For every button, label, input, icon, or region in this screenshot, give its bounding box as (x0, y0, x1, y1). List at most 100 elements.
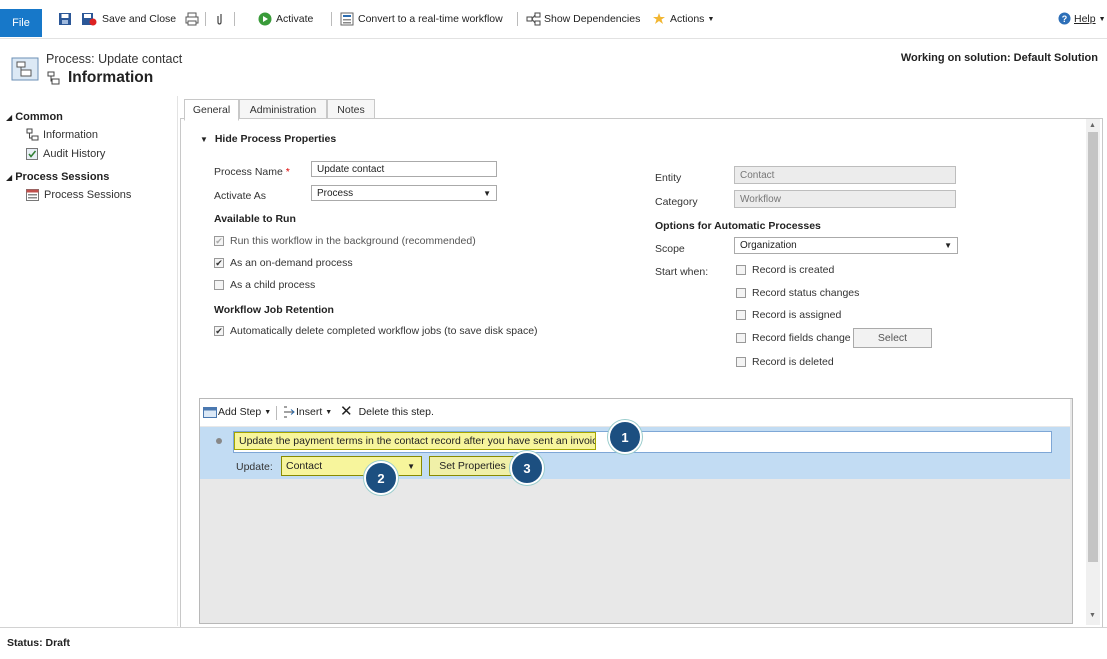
start-deleted-label: Record is deleted (752, 356, 834, 368)
activate-as-select[interactable]: Process ▼ (311, 185, 497, 201)
checkbox-record-deleted[interactable] (736, 357, 746, 367)
start-assigned-label: Record is assigned (752, 309, 842, 321)
scope-select[interactable]: Organization ▼ (734, 237, 958, 254)
category-label: Category (655, 196, 698, 208)
tab-general[interactable]: General (184, 99, 239, 121)
chevron-down-icon: ▼ (1098, 15, 1106, 23)
show-dependencies-button[interactable]: Show Dependencies (526, 10, 640, 28)
start-fields-option[interactable]: Record fields change (736, 332, 851, 344)
dropdown-arrow-icon: ▼ (407, 461, 415, 471)
actions-menu[interactable]: Actions ▼ (652, 10, 714, 28)
nav-group-process-sessions[interactable]: ◢ Process Sessions (6, 171, 109, 183)
scope-label: Scope (655, 243, 685, 255)
add-step-button[interactable]: Add Step ▼ (203, 403, 271, 421)
collapse-arrow-icon: ▼ (200, 135, 208, 144)
scrollbar-thumb[interactable] (1088, 132, 1098, 562)
section-toggle[interactable]: ▼ Hide Process Properties (200, 133, 336, 145)
callout-3: 3 (510, 451, 544, 485)
on-demand-option[interactable]: ✔ As an on-demand process (214, 257, 353, 269)
svg-text:?: ? (1062, 14, 1068, 24)
actions-icon (652, 12, 666, 26)
delete-step-label: Delete this step. (358, 406, 434, 418)
nav-item-process-sessions[interactable]: Process Sessions (26, 189, 131, 201)
update-entity-select[interactable]: Contact ▼ (281, 456, 422, 476)
insert-icon (283, 405, 295, 419)
toolbar-separator (331, 12, 332, 26)
entity-field: Contact (734, 166, 956, 184)
options-header: Options for Automatic Processes (655, 220, 821, 232)
category-field: Workflow (734, 190, 956, 208)
activate-label: Activate (276, 13, 314, 25)
process-entity-icon (11, 57, 39, 84)
vertical-scrollbar[interactable]: ▲ ▼ (1086, 119, 1100, 625)
start-status-label: Record status changes (752, 287, 860, 299)
activate-as-value: Process (317, 187, 354, 199)
dependencies-icon (526, 12, 541, 26)
toolbar-separator (234, 12, 235, 26)
start-deleted-option[interactable]: Record is deleted (736, 356, 834, 368)
file-button[interactable]: File (0, 9, 42, 37)
convert-button[interactable]: Convert to a real-time workflow (340, 10, 503, 28)
checkbox-background: ✔ (214, 235, 224, 246)
status-bar: Status: Draft (0, 627, 1107, 658)
start-created-option[interactable]: Record is created (736, 264, 834, 276)
attach-button[interactable] (213, 10, 231, 28)
save-and-close-button[interactable]: Save and Close (81, 10, 176, 28)
status-text: Status: Draft (7, 637, 71, 649)
checkbox-on-demand[interactable]: ✔ (214, 258, 224, 268)
nav-item-information[interactable]: Information (26, 128, 98, 141)
dropdown-arrow-icon: ▼ (944, 241, 952, 250)
toolbar-separator (517, 12, 518, 26)
print-button[interactable] (185, 10, 203, 28)
child-process-option-label: As a child process (230, 279, 316, 291)
auto-delete-option[interactable]: ✔ Automatically delete completed workflo… (214, 325, 538, 337)
delete-step-button[interactable]: ✕ Delete this step. (340, 403, 434, 421)
child-process-option[interactable]: As a child process (214, 279, 315, 291)
activate-as-label: Activate As (214, 190, 266, 202)
insert-button[interactable]: Insert ▼ (283, 403, 332, 421)
tab-notes[interactable]: Notes (327, 99, 375, 119)
checkbox-record-assigned[interactable] (736, 310, 746, 320)
chevron-down-icon: ▼ (264, 408, 272, 416)
entity-label: Entity (655, 172, 682, 184)
activate-button[interactable]: Activate (258, 10, 313, 28)
chevron-down-icon: ▼ (707, 15, 715, 23)
show-dependencies-label: Show Dependencies (544, 13, 641, 25)
nav-item-process-sessions-label: Process Sessions (44, 189, 132, 201)
process-small-icon (46, 71, 60, 88)
background-option: ✔ Run this workflow in the background (r… (214, 235, 476, 247)
checkbox-status-changes[interactable] (736, 288, 746, 298)
scroll-down-icon[interactable]: ▼ (1089, 612, 1096, 619)
help-label: Help (1074, 13, 1096, 25)
checkbox-fields-change[interactable] (736, 333, 746, 343)
process-icon (26, 128, 39, 141)
checkbox-auto-delete[interactable]: ✔ (214, 326, 224, 336)
workflow-icon (340, 12, 354, 26)
process-name-input[interactable]: Update contact (311, 161, 497, 177)
add-step-icon (203, 405, 217, 419)
select-fields-button[interactable]: Select (853, 328, 932, 348)
start-status-option[interactable]: Record status changes (736, 287, 859, 299)
nav-item-audit-history[interactable]: Audit History (26, 148, 105, 160)
update-label: Update: (236, 461, 273, 473)
scroll-up-icon[interactable]: ▲ (1089, 122, 1096, 129)
toolbar-separator (205, 12, 206, 26)
tab-administration[interactable]: Administration (239, 99, 327, 119)
retention-header: Workflow Job Retention (214, 304, 334, 316)
checkbox-child-process[interactable] (214, 280, 224, 290)
start-when-label: Start when: (655, 266, 709, 278)
step-bullet (216, 438, 222, 444)
help-icon: ? (1058, 12, 1072, 26)
save-button[interactable] (58, 10, 76, 28)
available-to-run-header: Available to Run (214, 213, 296, 225)
actions-label: Actions (670, 13, 705, 25)
step-description-highlight[interactable]: Update the payment terms in the contact … (234, 432, 596, 450)
page-title: Information (68, 69, 154, 86)
help-menu[interactable]: ? Help ▼ (1058, 10, 1106, 28)
start-assigned-option[interactable]: Record is assigned (736, 309, 841, 321)
solution-indicator: Working on solution: Default Solution (900, 52, 1098, 64)
set-properties-button[interactable]: Set Properties (429, 456, 516, 476)
checkbox-record-created[interactable] (736, 265, 746, 275)
nav-group-common[interactable]: ◢ Common (6, 111, 63, 123)
auto-delete-option-label: Automatically delete completed workflow … (230, 325, 538, 337)
